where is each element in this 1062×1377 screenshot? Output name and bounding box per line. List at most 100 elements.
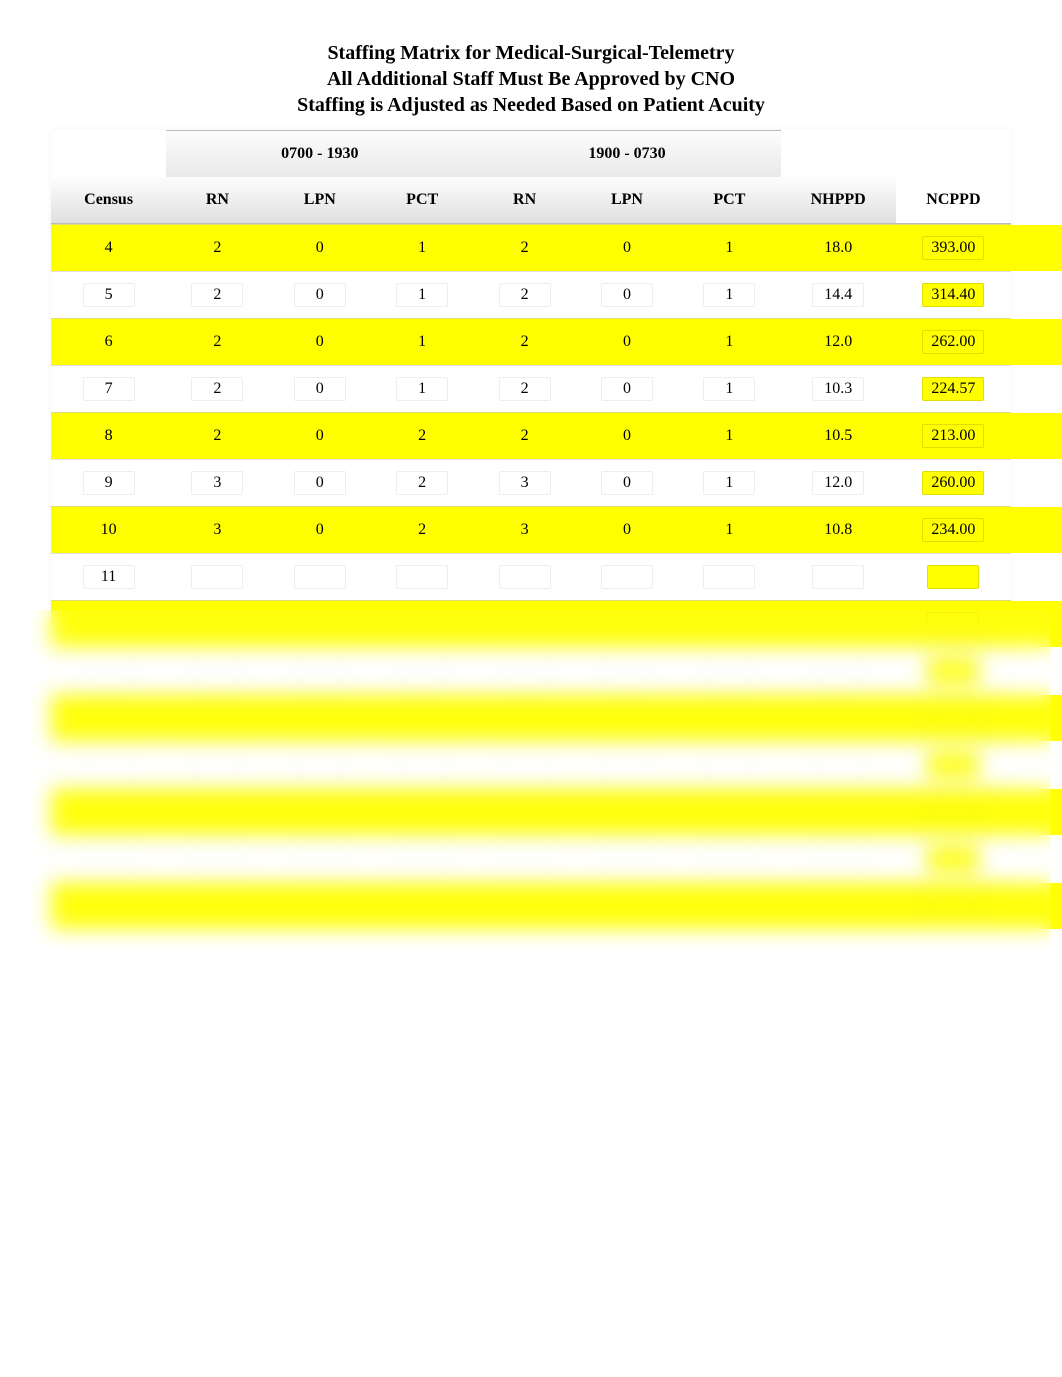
cell-rn1 (166, 882, 268, 929)
value-pct1: 1 (396, 236, 448, 260)
value-pct2 (703, 706, 755, 730)
title-line-3: Staffing is Adjusted as Needed Based on … (20, 92, 1042, 118)
cell-lpn2: 0 (576, 318, 678, 365)
value-lpn2 (601, 659, 653, 683)
value-pct2 (703, 894, 755, 918)
cell-lpn1: 0 (269, 506, 371, 553)
table-row: 11 (51, 553, 1011, 600)
value-rn2 (499, 847, 551, 871)
value-ncppd (927, 894, 979, 918)
value-census (83, 847, 135, 871)
row-highlight-extension (1011, 695, 1062, 741)
value-rn1 (191, 659, 243, 683)
value-lpn1: 0 (294, 518, 346, 542)
cell-lpn2: 0 (576, 271, 678, 318)
value-lpn2 (601, 894, 653, 918)
value-lpn2 (601, 706, 653, 730)
cell-rn1: 2 (166, 365, 268, 412)
cell-nhppd: 10.3 (781, 365, 896, 412)
cell-nhppd (781, 600, 896, 647)
cell-lpn1: 0 (269, 459, 371, 506)
cell-pct2: 1 (678, 224, 780, 271)
value-ncppd: 234.00 (922, 518, 984, 542)
value-pct2 (703, 612, 755, 636)
value-rn1: 2 (191, 283, 243, 307)
cell-ncppd (896, 741, 1011, 788)
cell-census (51, 647, 166, 694)
value-pct1 (396, 894, 448, 918)
cell-ncppd (896, 647, 1011, 694)
cell-lpn1: 0 (269, 412, 371, 459)
value-census (83, 800, 135, 824)
value-pct1 (396, 565, 448, 589)
cell-nhppd (781, 788, 896, 835)
table-row (51, 835, 1011, 882)
table-row: 420120118.0393.00 (51, 224, 1011, 271)
col-lpn-day: LPN (269, 177, 371, 224)
value-census: 4 (83, 236, 135, 260)
page-title: Staffing Matrix for Medical-Surgical-Tel… (20, 40, 1042, 118)
value-rn2 (499, 612, 551, 636)
value-nhppd (812, 800, 864, 824)
cell-census (51, 600, 166, 647)
cell-rn2: 2 (473, 224, 575, 271)
cell-census: 6 (51, 318, 166, 365)
blank-header (781, 130, 896, 177)
cell-lpn2 (576, 741, 678, 788)
row-highlight-extension (1011, 319, 1062, 365)
cell-census: 4 (51, 224, 166, 271)
value-rn1: 2 (191, 236, 243, 260)
value-rn2: 2 (499, 236, 551, 260)
cell-census: 9 (51, 459, 166, 506)
value-rn2 (499, 565, 551, 589)
cell-lpn2: 0 (576, 412, 678, 459)
value-rn1 (191, 800, 243, 824)
cell-pct1: 1 (371, 271, 473, 318)
value-ncppd (927, 800, 979, 824)
col-lpn-night: LPN (576, 177, 678, 224)
value-lpn1 (294, 565, 346, 589)
cell-nhppd: 18.0 (781, 224, 896, 271)
table-row: 820220110.5213.00 (51, 412, 1011, 459)
cell-pct1: 1 (371, 365, 473, 412)
cell-lpn2 (576, 882, 678, 929)
col-rn-night: RN (473, 177, 575, 224)
row-highlight-extension (1011, 883, 1062, 929)
value-nhppd: 14.4 (812, 283, 864, 307)
cell-pct1: 2 (371, 459, 473, 506)
cell-lpn1 (269, 741, 371, 788)
cell-census: 5 (51, 271, 166, 318)
cell-nhppd: 12.0 (781, 459, 896, 506)
cell-pct2 (678, 835, 780, 882)
value-ncppd (927, 706, 979, 730)
cell-rn2: 2 (473, 412, 575, 459)
value-pct1 (396, 706, 448, 730)
cell-lpn2 (576, 694, 678, 741)
cell-lpn1 (269, 835, 371, 882)
column-header-row: Census RN LPN PCT RN LPN PCT NHPPD NCPPD (51, 177, 1011, 224)
cell-census: 10 (51, 506, 166, 553)
value-census: 11 (83, 565, 135, 589)
value-lpn1 (294, 612, 346, 636)
cell-nhppd (781, 882, 896, 929)
cell-lpn2 (576, 647, 678, 694)
cell-nhppd (781, 694, 896, 741)
value-lpn1: 0 (294, 283, 346, 307)
shift-header-row: 0700 - 1930 1900 - 0730 (51, 130, 1011, 177)
cell-lpn2: 0 (576, 365, 678, 412)
cell-nhppd (781, 553, 896, 600)
value-lpn2: 0 (601, 424, 653, 448)
blank-header (896, 130, 1011, 177)
col-rn-day: RN (166, 177, 268, 224)
cell-rn2 (473, 741, 575, 788)
cell-pct2: 1 (678, 412, 780, 459)
cell-rn1: 3 (166, 506, 268, 553)
table-row: 1030230110.8234.00 (51, 506, 1011, 553)
cell-rn1: 3 (166, 459, 268, 506)
value-rn1: 3 (191, 518, 243, 542)
table-row (51, 694, 1011, 741)
value-pct2: 1 (703, 471, 755, 495)
value-census (83, 612, 135, 636)
value-rn2: 2 (499, 330, 551, 354)
value-pct2 (703, 565, 755, 589)
